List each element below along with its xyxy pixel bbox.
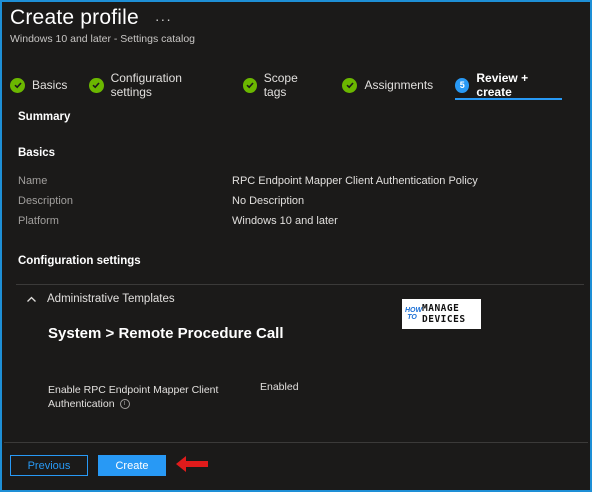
field-label: Platform xyxy=(18,215,59,227)
step-label: Scope tags xyxy=(263,71,298,99)
summary-heading: Summary xyxy=(18,111,71,123)
configuration-panel: Administrative Templates System > Remote… xyxy=(16,284,584,444)
howto-manage-devices-logo: HOW TO MANAGE DEVICES xyxy=(402,299,481,329)
summary-row-platform: Platform Windows 10 and later xyxy=(18,215,580,231)
field-value: Windows 10 and later xyxy=(232,215,338,227)
title-row: Create profile ··· xyxy=(10,6,582,30)
footer-bar: Previous Create xyxy=(4,442,588,488)
create-button[interactable]: Create xyxy=(98,455,166,476)
logo-line-1: MANAGE xyxy=(422,303,460,314)
checkmark-icon xyxy=(342,77,358,93)
basics-heading: Basics xyxy=(18,147,56,159)
field-value: RPC Endpoint Mapper Client Authenticatio… xyxy=(232,175,478,187)
configuration-settings-heading: Configuration settings xyxy=(18,255,141,267)
logo-line-2: DEVICES xyxy=(422,314,466,325)
summary-row-name: Name RPC Endpoint Mapper Client Authenti… xyxy=(18,175,580,191)
info-icon[interactable]: i xyxy=(119,399,130,410)
field-label: Name xyxy=(18,175,48,187)
step-scope-tags[interactable]: Scope tags xyxy=(242,71,321,99)
window-frame: Create profile ··· Windows 10 and later … xyxy=(0,0,592,492)
page-subtitle: Windows 10 and later - Settings catalog xyxy=(10,33,196,45)
step-basics[interactable]: Basics xyxy=(10,73,67,97)
checkmark-icon xyxy=(89,77,104,93)
field-label: Description xyxy=(18,195,74,207)
summary-row-description: Description No Description xyxy=(18,195,580,211)
page-title: Create profile xyxy=(10,6,139,29)
step-label: Review + create xyxy=(476,71,529,99)
step-label: Basics xyxy=(32,78,68,92)
logo-how-to: HOW TO xyxy=(405,307,423,321)
field-value: No Description xyxy=(232,195,305,207)
step-review-create[interactable]: 5 Review + create xyxy=(455,71,562,100)
annotation-arrow-icon xyxy=(176,456,208,472)
step-configuration-settings[interactable]: Configuration settings xyxy=(89,71,220,99)
step-label: Configuration settings xyxy=(110,71,182,99)
chevron-up-icon xyxy=(27,296,36,302)
previous-button[interactable]: Previous xyxy=(10,455,88,476)
accordion-label: Administrative Templates xyxy=(47,293,175,305)
step-number-badge: 5 xyxy=(455,77,470,93)
checkmark-icon xyxy=(10,77,25,93)
wizard-steps: Basics Configuration settings Scope tags… xyxy=(10,71,584,100)
more-options-icon[interactable]: ··· xyxy=(155,11,172,27)
category-path: System > Remote Procedure Call xyxy=(48,325,284,342)
checkmark-icon xyxy=(242,77,257,93)
administrative-templates-accordion[interactable]: Administrative Templates xyxy=(26,293,175,305)
logo-text: MANAGE DEVICES xyxy=(422,303,466,325)
setting-name: Enable RPC Endpoint Mapper Client Authen… xyxy=(48,383,238,411)
page-header: Create profile ··· Windows 10 and later … xyxy=(10,6,582,45)
setting-value: Enabled xyxy=(260,381,299,393)
setting-name-text: Enable RPC Endpoint Mapper Client Authen… xyxy=(48,384,219,410)
step-assignments[interactable]: Assignments xyxy=(342,73,433,97)
step-label: Assignments xyxy=(364,78,434,92)
